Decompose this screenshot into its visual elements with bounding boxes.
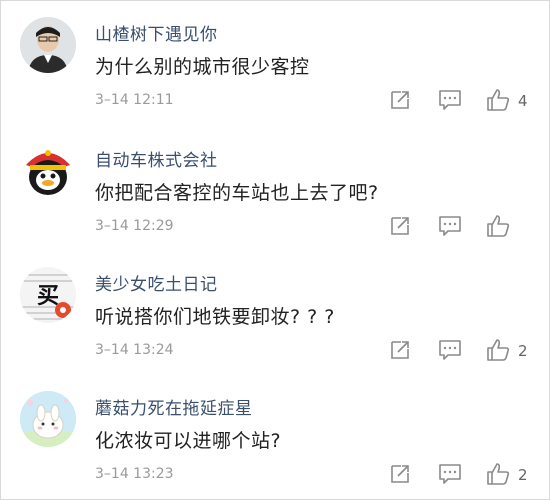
timestamp: 3–14 12:29 bbox=[95, 218, 174, 234]
username[interactable]: 蘑菇力死在拖延症星 bbox=[95, 394, 253, 419]
username[interactable]: 自动车株式会社 bbox=[95, 146, 218, 171]
avatar[interactable]: 买 bbox=[20, 267, 76, 323]
avatar[interactable] bbox=[20, 391, 76, 447]
avatar[interactable] bbox=[20, 143, 76, 199]
comment-actions: 2 bbox=[388, 462, 538, 488]
comment-text: 为什么别的城市很少客控 bbox=[95, 56, 310, 78]
thumbs-up-icon[interactable] bbox=[486, 214, 510, 238]
comment-text: 化浓妆可以进哪个站? bbox=[95, 430, 282, 452]
username[interactable]: 美少女吃土日记 bbox=[95, 270, 218, 295]
like-count: 4 bbox=[518, 92, 528, 110]
timestamp: 3–14 13:23 bbox=[95, 466, 174, 482]
avatar[interactable] bbox=[20, 17, 76, 73]
comment-actions: 4 bbox=[388, 88, 538, 114]
comment-item: 买 美少女吃土日记 听说搭你们地铁要卸妆? ? ? 3–14 13:24 2 bbox=[0, 250, 550, 374]
comment-actions bbox=[388, 214, 538, 240]
reply-icon[interactable] bbox=[438, 462, 462, 486]
comment-actions: 2 bbox=[388, 338, 538, 364]
username[interactable]: 山楂树下遇见你 bbox=[95, 20, 218, 45]
like-count: 2 bbox=[518, 466, 528, 484]
comment-item: 蘑菇力死在拖延症星 化浓妆可以进哪个站? 3–14 13:23 2 bbox=[0, 374, 550, 498]
repost-icon[interactable] bbox=[388, 462, 412, 486]
thumbs-up-icon[interactable] bbox=[486, 88, 510, 112]
comment-item: 山楂树下遇见你 为什么别的城市很少客控 3–14 12:11 4 bbox=[0, 0, 550, 124]
repost-icon[interactable] bbox=[388, 214, 412, 238]
timestamp: 3–14 12:11 bbox=[95, 92, 174, 108]
thumbs-up-icon[interactable] bbox=[486, 338, 510, 362]
reply-icon[interactable] bbox=[438, 88, 462, 112]
comment-item: 自动车株式会社 你把配合客控的车站也上去了吧? 3–14 12:29 bbox=[0, 126, 550, 250]
avatar-text: 买 bbox=[37, 284, 59, 309]
comment-text: 你把配合客控的车站也上去了吧? bbox=[95, 182, 379, 204]
repost-icon[interactable] bbox=[388, 338, 412, 362]
thumbs-up-icon[interactable] bbox=[486, 462, 510, 486]
like-count: 2 bbox=[518, 342, 528, 360]
repost-icon[interactable] bbox=[388, 88, 412, 112]
reply-icon[interactable] bbox=[438, 214, 462, 238]
timestamp: 3–14 13:24 bbox=[95, 342, 174, 358]
comment-text: 听说搭你们地铁要卸妆? ? ? bbox=[95, 306, 335, 328]
reply-icon[interactable] bbox=[438, 338, 462, 362]
